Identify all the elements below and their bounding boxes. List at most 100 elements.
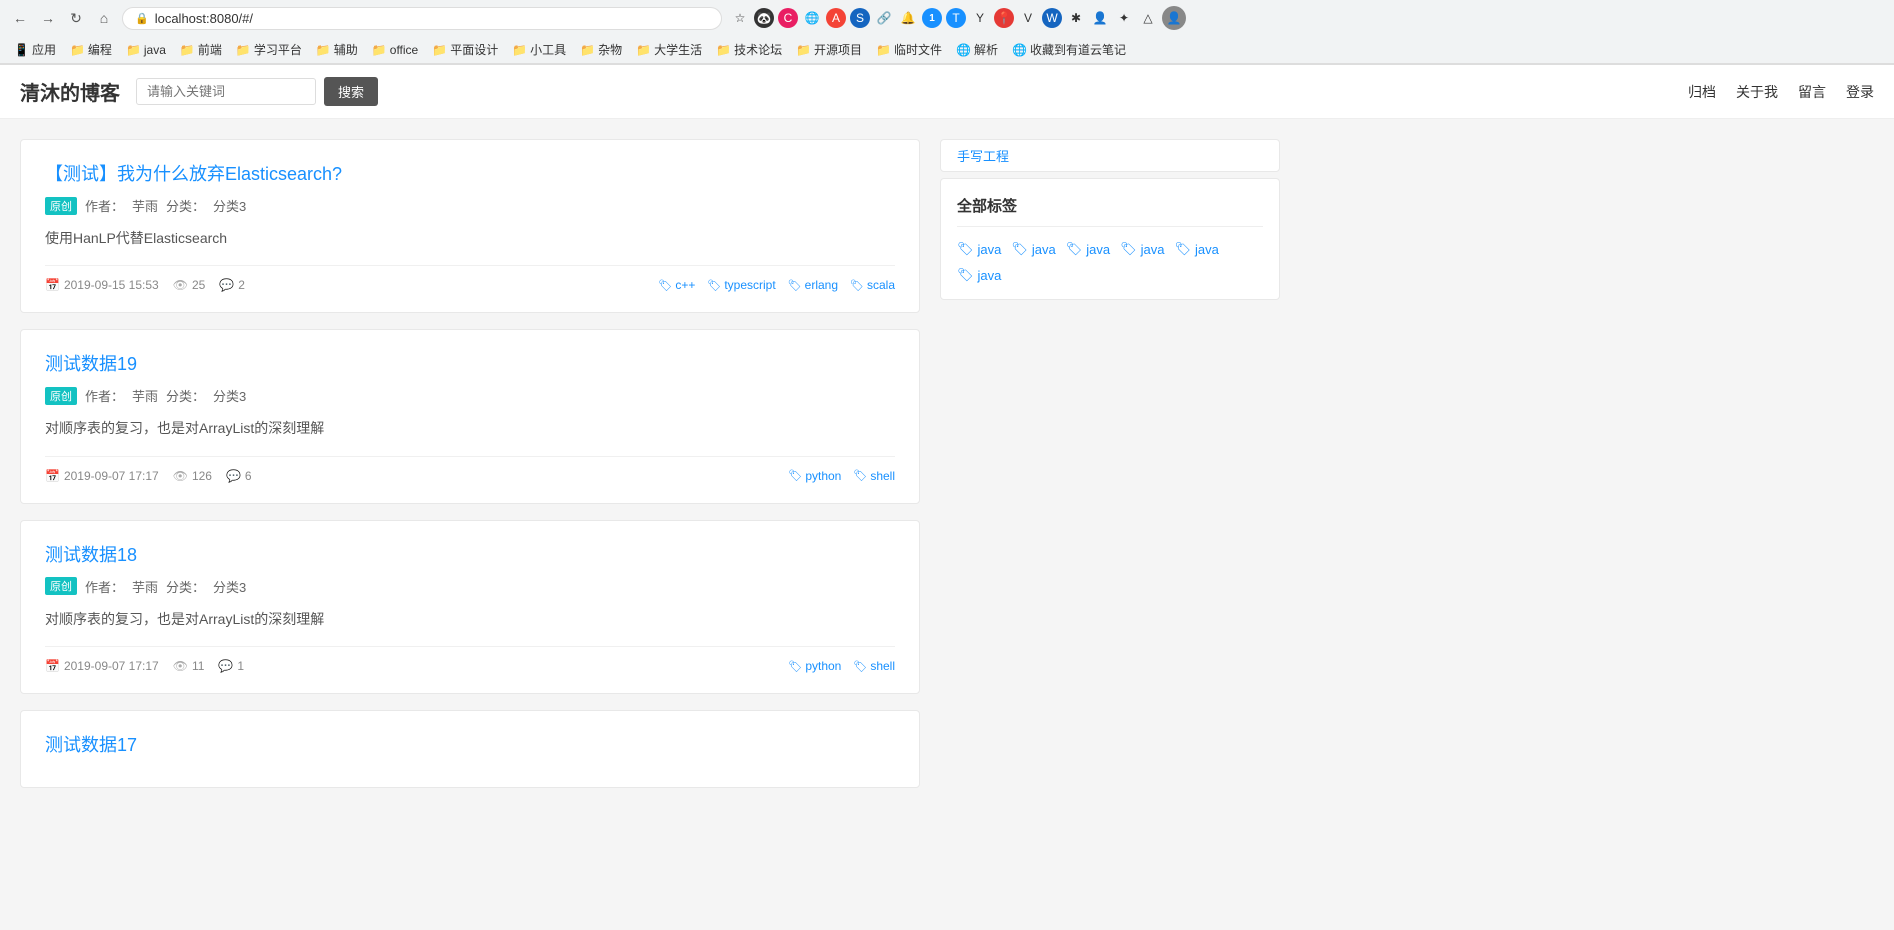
home-button[interactable]: ⌂	[94, 8, 114, 28]
post-author-label-1: 作者：	[85, 196, 124, 215]
extension-icon-3[interactable]: S	[850, 8, 870, 28]
tag-cloud-java-5[interactable]: 🏷 java	[1175, 241, 1219, 257]
tag-label-scala: scala	[867, 278, 895, 292]
bookmark-opensource[interactable]: 📁 开源项目	[790, 39, 868, 60]
bookmark-frontend[interactable]: 📁 前端	[174, 39, 228, 60]
search-button[interactable]: 搜索	[324, 77, 378, 106]
search-box: 搜索	[136, 77, 378, 106]
post-author-3: 芋雨	[132, 577, 158, 596]
star-icon[interactable]: ☆	[730, 8, 750, 28]
bookmark-office[interactable]: 📁 office	[366, 41, 424, 59]
nav-message[interactable]: 留言	[1798, 82, 1826, 102]
tag-scala[interactable]: 🏷 scala	[850, 278, 895, 292]
bookmark-apps-label: 应用	[32, 41, 56, 58]
bookmark-learning[interactable]: 📁 学习平台	[230, 39, 308, 60]
extension-icon-4[interactable]: 🔗	[874, 8, 894, 28]
tag-cloud-java-6[interactable]: 🏷 java	[957, 267, 1001, 283]
calendar-icon-2: 📅	[45, 469, 60, 483]
post-date-2: 2019-09-07 17:17	[64, 469, 159, 483]
extension-icon-6[interactable]: T	[946, 8, 966, 28]
tag-erlang[interactable]: 🏷 erlang	[788, 278, 838, 292]
post-category-1: 分类3	[213, 196, 246, 215]
extension-icon-12[interactable]: 👤	[1090, 8, 1110, 28]
forward-button[interactable]: →	[38, 8, 58, 28]
bookmark-tools[interactable]: 📁 小工具	[506, 39, 572, 60]
bookmark-misc[interactable]: 📁 杂物	[574, 39, 628, 60]
user-avatar[interactable]: 👤	[1162, 6, 1186, 30]
main-container: 【测试】我为什么放弃Elasticsearch? 原创 作者： 芋雨 分类： 分…	[0, 119, 1894, 824]
bookmark-programming[interactable]: 📁 编程	[64, 39, 118, 60]
tag-typescript[interactable]: 🏷 typescript	[707, 278, 775, 292]
post-title-1[interactable]: 【测试】我为什么放弃Elasticsearch?	[45, 160, 895, 186]
bookmark-apps[interactable]: 📱 应用	[8, 39, 62, 60]
extension-icon-14[interactable]: △	[1138, 8, 1158, 28]
post-footer-right-3: 🏷 python 🏷 shell	[788, 659, 895, 673]
bookmark-opensource-label: 开源项目	[814, 41, 862, 58]
post-footer-1: 📅 2019-09-15 15:53 👁 25 💬 2 🏷	[45, 265, 895, 292]
bookmark-temp[interactable]: 📁 临时文件	[870, 39, 948, 60]
bookmark-parse[interactable]: 🌐 解析	[950, 39, 1004, 60]
views-item-3: 👁 11	[173, 659, 205, 673]
tag-shell-3[interactable]: 🏷 shell	[853, 659, 895, 673]
tag-cpp[interactable]: 🏷 c++	[658, 278, 695, 292]
nav-login[interactable]: 登录	[1846, 82, 1874, 102]
bookmark-forum[interactable]: 📁 技术论坛	[710, 39, 788, 60]
bookmark-frontend-label: 前端	[198, 41, 222, 58]
post-card-1: 【测试】我为什么放弃Elasticsearch? 原创 作者： 芋雨 分类： 分…	[20, 139, 920, 313]
tag-icon-typescript: 🏷	[707, 279, 721, 292]
extension-icon-2[interactable]: A	[826, 8, 846, 28]
bookmark-aux[interactable]: 📁 辅助	[310, 39, 364, 60]
search-input[interactable]	[136, 78, 316, 105]
post-title-4[interactable]: 测试数据17	[45, 731, 895, 757]
profile-icon-2[interactable]: C	[778, 8, 798, 28]
post-category-label-1: 分类：	[166, 196, 205, 215]
folder-icon-tools: 📁	[512, 43, 527, 57]
bookmark-college[interactable]: 📁 大学生活	[630, 39, 708, 60]
lock-icon: 🔒	[135, 12, 149, 25]
extension-icon-13[interactable]: ✦	[1114, 8, 1134, 28]
extension-icon-10[interactable]: W	[1042, 8, 1062, 28]
post-footer-right-1: 🏷 c++ 🏷 typescript 🏷 erlang 🏷 scala	[658, 278, 895, 292]
post-author-label-2: 作者：	[85, 386, 124, 405]
tag-python-2[interactable]: 🏷 python	[788, 469, 841, 483]
tag-cloud-java-2[interactable]: 🏷 java	[1011, 241, 1055, 257]
tag-cloud-icon-6: 🏷	[957, 267, 974, 283]
tag-shell-2[interactable]: 🏷 shell	[853, 469, 895, 483]
tag-cloud-java-4[interactable]: 🏷 java	[1120, 241, 1164, 257]
post-title-3[interactable]: 测试数据18	[45, 541, 895, 567]
tag-label-shell-2: shell	[870, 469, 895, 483]
bookmark-youdao[interactable]: 🌐 收藏到有道云笔记	[1006, 39, 1132, 60]
tag-cloud-java-3[interactable]: 🏷 java	[1066, 241, 1110, 257]
tag-cloud-java-1[interactable]: 🏷 java	[957, 241, 1001, 257]
post-card-4: 测试数据17	[20, 710, 920, 788]
address-bar[interactable]: 🔒 localhost:8080/#/	[122, 7, 722, 30]
sidebar-top-partial: 手写工程	[940, 139, 1280, 172]
folder-icon-frontend: 📁	[180, 43, 195, 57]
post-title-2[interactable]: 测试数据19	[45, 350, 895, 376]
extension-icon-9[interactable]: V	[1018, 8, 1038, 28]
nav-about[interactable]: 关于我	[1736, 82, 1778, 102]
content-area: 【测试】我为什么放弃Elasticsearch? 原创 作者： 芋雨 分类： 分…	[20, 139, 920, 804]
nav-archive[interactable]: 归档	[1688, 82, 1716, 102]
extension-icon-1[interactable]: 🌐	[802, 8, 822, 28]
bookmark-java[interactable]: 📁 java	[120, 41, 172, 59]
tag-cloud-icon-5: 🏷	[1175, 241, 1192, 257]
refresh-button[interactable]: ↻	[66, 8, 86, 28]
post-author-2: 芋雨	[132, 386, 158, 405]
tag-icon-erlang: 🏷	[788, 279, 802, 292]
tag-label-python-2: python	[805, 469, 841, 483]
eye-icon-1: 👁	[173, 278, 188, 292]
bookmark-design[interactable]: 📁 平面设计	[426, 39, 504, 60]
extension-icon-8[interactable]: 📍	[994, 8, 1014, 28]
extension-icon-5[interactable]: 🔔	[898, 8, 918, 28]
sidebar-partial-content: 手写工程	[957, 146, 1263, 165]
tag-cloud-label-5: java	[1195, 242, 1219, 257]
site-title[interactable]: 清沐的博客	[20, 77, 120, 106]
back-button[interactable]: ←	[10, 8, 30, 28]
profile-icon-1[interactable]: 🐼	[754, 8, 774, 28]
extension-icon-7[interactable]: Y	[970, 8, 990, 28]
tag-python-3[interactable]: 🏷 python	[788, 659, 841, 673]
post-date-3: 2019-09-07 17:17	[64, 659, 159, 673]
post-card-3: 测试数据18 原创 作者： 芋雨 分类： 分类3 对顺序表的复习，也是对Arra…	[20, 520, 920, 694]
extension-icon-11[interactable]: ✱	[1066, 8, 1086, 28]
